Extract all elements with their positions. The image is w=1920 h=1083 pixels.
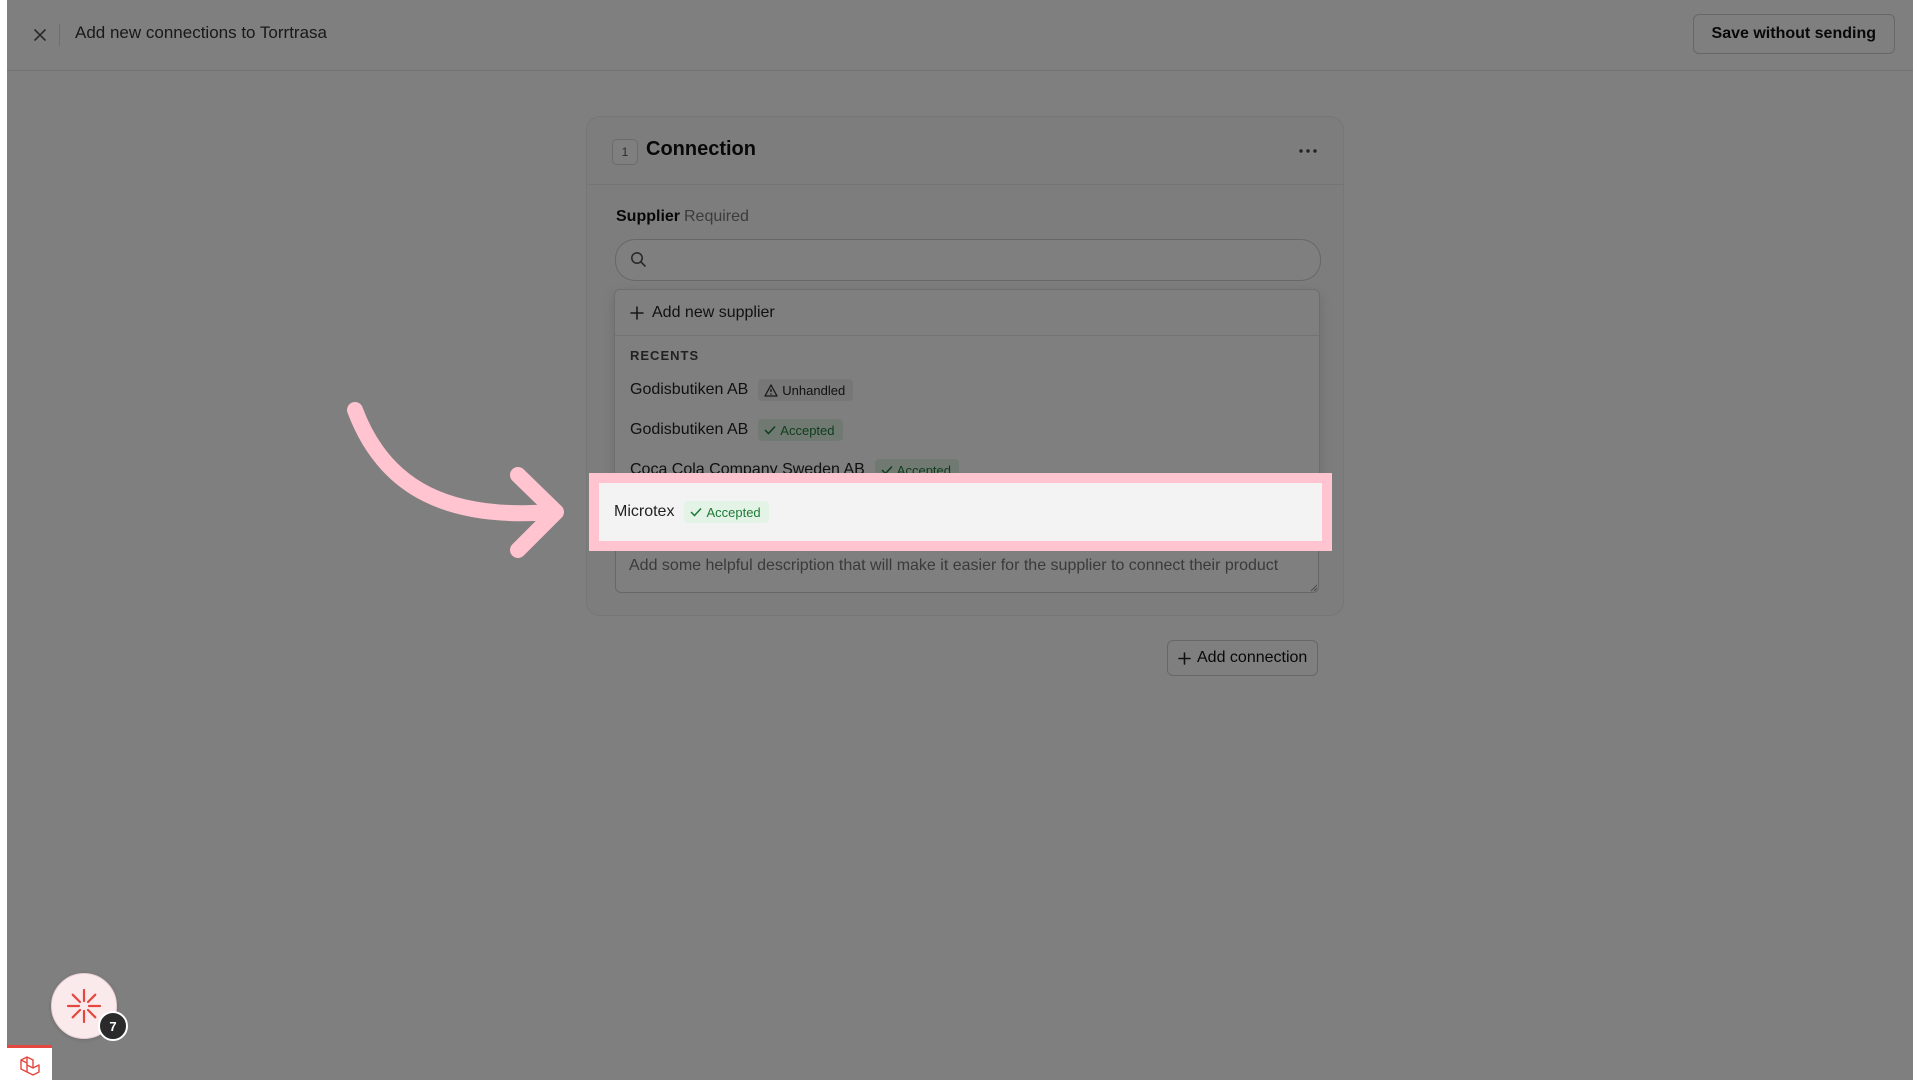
status-label: Accepted — [706, 504, 761, 520]
check-icon — [690, 507, 703, 517]
warning-triangle-icon — [764, 383, 778, 397]
supplier-name: Microtex — [614, 503, 675, 520]
framework-logo-icon — [19, 1055, 40, 1076]
supplier-option[interactable]: Godisbutiken AB Accepted — [615, 410, 1319, 450]
resize-grip-icon[interactable] — [1310, 584, 1318, 592]
close-button[interactable] — [27, 22, 53, 48]
supplier-label: Supplier — [616, 208, 681, 225]
save-without-sending-button[interactable]: Save without sending — [1692, 14, 1895, 54]
card-title: Connection — [646, 138, 756, 160]
status-badge: Accepted — [758, 419, 843, 441]
recents-heading: RECENTS — [630, 348, 700, 363]
status-badge: Unhandled — [758, 379, 854, 401]
supplier-name: Godisbutiken AB — [630, 421, 749, 438]
status-label: Accepted — [896, 462, 951, 478]
status-label: Accepted — [780, 422, 835, 438]
supplier-option-microtex[interactable]: Microtex Accepted — [599, 483, 1322, 541]
check-icon — [764, 425, 776, 435]
right-edge-strip — [1913, 0, 1920, 1080]
debug-toolbar-tab[interactable] — [7, 1045, 52, 1083]
supplier-name: Godisbutiken AB — [630, 381, 749, 398]
pointer-arrow-icon — [347, 402, 564, 558]
status-badge: Accepted — [684, 501, 769, 523]
connection-number-badge: 1 — [612, 139, 638, 165]
check-icon — [881, 465, 893, 475]
add-new-supplier-label: Add new supplier — [652, 303, 775, 321]
ellipsis-icon — [1299, 149, 1317, 153]
supplier-search-field[interactable] — [615, 239, 1321, 281]
highlighted-option-area: Microtex Accepted — [599, 483, 1322, 541]
more-options-button[interactable] — [1295, 139, 1321, 163]
search-icon — [631, 252, 646, 267]
left-edge-strip — [0, 0, 7, 1080]
supplier-search-input[interactable] — [656, 246, 1310, 276]
close-icon — [34, 29, 46, 41]
card-header: 1 Connection — [587, 117, 1343, 185]
required-label: Required — [684, 208, 749, 225]
add-connection-button[interactable]: Add connection — [1167, 640, 1319, 676]
page-title: Add new connections to Torrtrasa — [75, 23, 327, 42]
add-new-supplier-option[interactable]: Add new supplier — [615, 290, 1319, 336]
top-bar: Add new connections to Torrtrasa Save wi… — [7, 0, 1913, 71]
supplier-option[interactable]: Godisbutiken AB Unhandled — [615, 370, 1319, 410]
plus-icon — [1178, 651, 1191, 665]
plus-icon — [630, 305, 644, 320]
supplier-name: Coca Cola Company Sweden AB — [630, 461, 865, 478]
header-divider — [59, 24, 60, 46]
assistant-count-badge: 7 — [98, 1011, 128, 1041]
description-input[interactable] — [615, 537, 1319, 593]
add-connection-label: Add connection — [1197, 649, 1308, 666]
status-badge: Accepted — [874, 459, 959, 481]
status-label: Unhandled — [782, 382, 846, 398]
